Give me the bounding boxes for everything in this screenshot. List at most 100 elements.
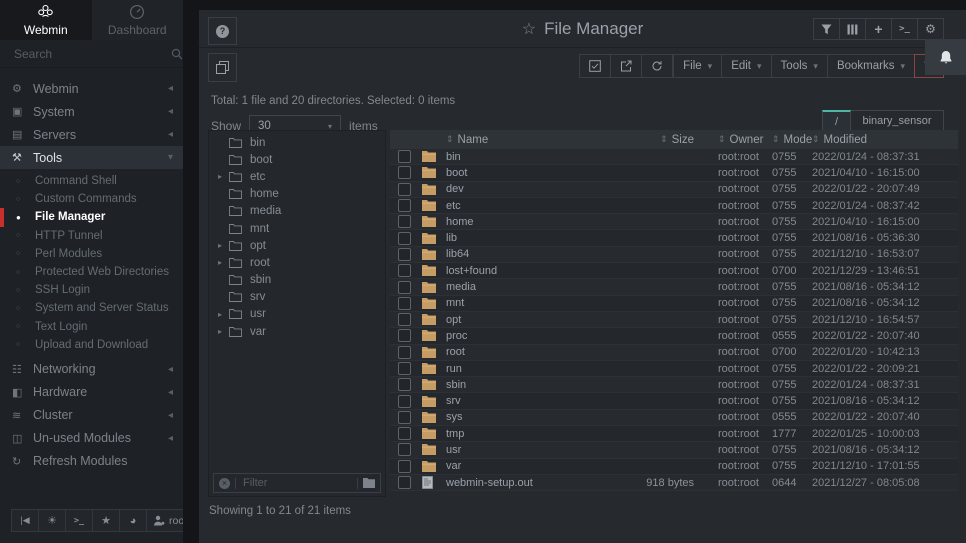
row-checkbox[interactable] [398, 150, 411, 163]
table-row[interactable]: optroot:root07552021/12/10 - 16:54:57 [390, 312, 958, 328]
row-checkbox[interactable] [398, 313, 411, 326]
table-row[interactable]: webmin-setup.out918 bytesroot:root064420… [390, 475, 958, 491]
file-name[interactable]: home [446, 216, 610, 228]
table-row[interactable]: procroot:root05552022/01/22 - 20:07:40 [390, 328, 958, 344]
tree-item-bin[interactable]: bin [209, 134, 385, 151]
row-checkbox[interactable] [398, 362, 411, 375]
row-checkbox[interactable] [398, 281, 411, 294]
sidebar-item-perl-modules[interactable]: ○Perl Modules [0, 245, 183, 263]
table-row[interactable]: varroot:root07552021/12/10 - 17:01:55 [390, 459, 958, 475]
table-row[interactable]: bootroot:root07552021/04/10 - 16:15:00 [390, 165, 958, 181]
table-row[interactable]: etcroot:root07552022/01/24 - 08:37:42 [390, 198, 958, 214]
file-name[interactable]: root [446, 346, 610, 358]
clear-filter-icon[interactable]: × [219, 478, 230, 489]
menu-edit[interactable]: Edit▾ [722, 54, 771, 78]
sidebar-item-hardware[interactable]: ◧Hardware◂ [0, 381, 183, 404]
row-checkbox[interactable] [398, 215, 411, 228]
table-row[interactable]: mntroot:root07552021/08/16 - 05:34:12 [390, 296, 958, 312]
tree-folder-button[interactable] [363, 478, 375, 488]
tree-item-root[interactable]: ▸root [209, 254, 385, 271]
table-row[interactable]: sysroot:root05552022/01/22 - 20:07:40 [390, 410, 958, 426]
sidebar-item-networking[interactable]: ☷Networking◂ [0, 358, 183, 381]
menu-tools[interactable]: Tools▾ [772, 54, 828, 78]
table-row[interactable]: rootroot:root07002022/01/20 - 10:42:13 [390, 345, 958, 361]
expand-arrow-icon[interactable]: ▸ [218, 172, 229, 181]
palette-button[interactable]: ◕ [120, 509, 147, 532]
refresh-button[interactable] [642, 54, 673, 78]
tree-item-usr[interactable]: ▸usr [209, 306, 385, 323]
row-checkbox[interactable] [398, 232, 411, 245]
filter-button[interactable] [813, 18, 840, 40]
column-header-modified[interactable]: ⇕Modified [812, 134, 958, 146]
sort-icon[interactable]: ⇕ [772, 134, 780, 145]
column-header-owner[interactable]: ⇕Owner [700, 134, 772, 146]
sidebar-item-webmin[interactable]: ⚙Webmin◂ [0, 77, 183, 100]
sidebar-item-text-login[interactable]: ○Text Login [0, 318, 183, 336]
column-header-name[interactable]: ⇕Name [446, 134, 610, 146]
sidebar-item-ssh-login[interactable]: ○SSH Login [0, 281, 183, 299]
tree-item-srv[interactable]: srv [209, 289, 385, 306]
row-checkbox[interactable] [398, 297, 411, 310]
menu-file[interactable]: File▾ [673, 54, 722, 78]
row-checkbox[interactable] [398, 166, 411, 179]
table-row[interactable]: mediaroot:root07552021/08/16 - 05:34:12 [390, 279, 958, 295]
sidebar-item-system-and-server-status[interactable]: ○System and Server Status [0, 299, 183, 317]
sidebar-item-http-tunnel[interactable]: ○HTTP Tunnel [0, 227, 183, 245]
table-row[interactable]: libroot:root07552021/08/16 - 05:36:30 [390, 230, 958, 246]
add-button[interactable]: + [866, 18, 892, 40]
column-header-mode[interactable]: ⇕Mode [772, 134, 812, 146]
row-checkbox[interactable] [398, 248, 411, 261]
sort-icon[interactable]: ⇕ [446, 134, 454, 145]
tree-item-opt[interactable]: ▸opt [209, 237, 385, 254]
file-name[interactable]: usr [446, 444, 610, 456]
file-name[interactable]: webmin-setup.out [446, 477, 610, 489]
table-row[interactable]: lost+foundroot:root07002021/12/29 - 13:4… [390, 263, 958, 279]
file-name[interactable]: sbin [446, 379, 610, 391]
tree-item-mnt[interactable]: mnt [209, 220, 385, 237]
sort-icon[interactable]: ⇕ [660, 134, 668, 145]
table-row[interactable]: tmproot:root17772022/01/25 - 10:00:03 [390, 426, 958, 442]
row-checkbox[interactable] [398, 346, 411, 359]
table-row[interactable]: sbinroot:root07552022/01/24 - 08:37:31 [390, 377, 958, 393]
copy-path-button[interactable] [208, 53, 237, 82]
sidebar-item-tools[interactable]: ⚒Tools▾ [0, 146, 183, 169]
favorites-button[interactable]: ★ [93, 509, 120, 532]
file-name[interactable]: lost+found [446, 265, 610, 277]
file-name[interactable]: dev [446, 183, 610, 195]
tree-item-media[interactable]: media [209, 203, 385, 220]
help-button[interactable]: ? [208, 17, 237, 45]
table-row[interactable]: homeroot:root07552021/04/10 - 16:15:00 [390, 214, 958, 230]
row-checkbox[interactable] [398, 427, 411, 440]
row-checkbox[interactable] [398, 329, 411, 342]
notifications-button[interactable] [925, 39, 966, 75]
select-all-button[interactable] [579, 54, 611, 78]
terminal-button[interactable]: >_ [66, 509, 93, 532]
column-header-size[interactable]: ⇕Size [610, 134, 700, 146]
row-checkbox[interactable] [398, 378, 411, 391]
sidebar-item-un-used-modules[interactable]: ◫Un-used Modules◂ [0, 427, 183, 450]
table-row[interactable]: runroot:root07552022/01/22 - 20:09:21 [390, 361, 958, 377]
file-name[interactable]: lib [446, 232, 610, 244]
row-checkbox[interactable] [398, 411, 411, 424]
sort-icon[interactable]: ⇕ [718, 134, 726, 145]
tree-item-var[interactable]: ▸var [209, 323, 385, 340]
sidebar-item-file-manager[interactable]: ●File Manager [0, 208, 183, 226]
root-path-button[interactable]: / [822, 110, 851, 132]
columns-button[interactable] [840, 18, 866, 40]
file-name[interactable]: media [446, 281, 610, 293]
row-checkbox[interactable] [398, 264, 411, 277]
tree-item-home[interactable]: home [209, 186, 385, 203]
tab-webmin[interactable]: Webmin [0, 0, 92, 40]
file-name[interactable]: tmp [446, 428, 610, 440]
file-name[interactable]: run [446, 363, 610, 375]
row-checkbox[interactable] [398, 460, 411, 473]
row-checkbox[interactable] [398, 395, 411, 408]
file-name[interactable]: srv [446, 395, 610, 407]
row-checkbox[interactable] [398, 183, 411, 196]
file-name[interactable]: etc [446, 200, 610, 212]
sidebar-item-cluster[interactable]: ≋Cluster◂ [0, 404, 183, 427]
file-name[interactable]: bin [446, 151, 610, 163]
settings-button[interactable]: ⚙ [918, 18, 944, 40]
open-location-button[interactable] [611, 54, 642, 78]
row-checkbox[interactable] [398, 476, 411, 489]
